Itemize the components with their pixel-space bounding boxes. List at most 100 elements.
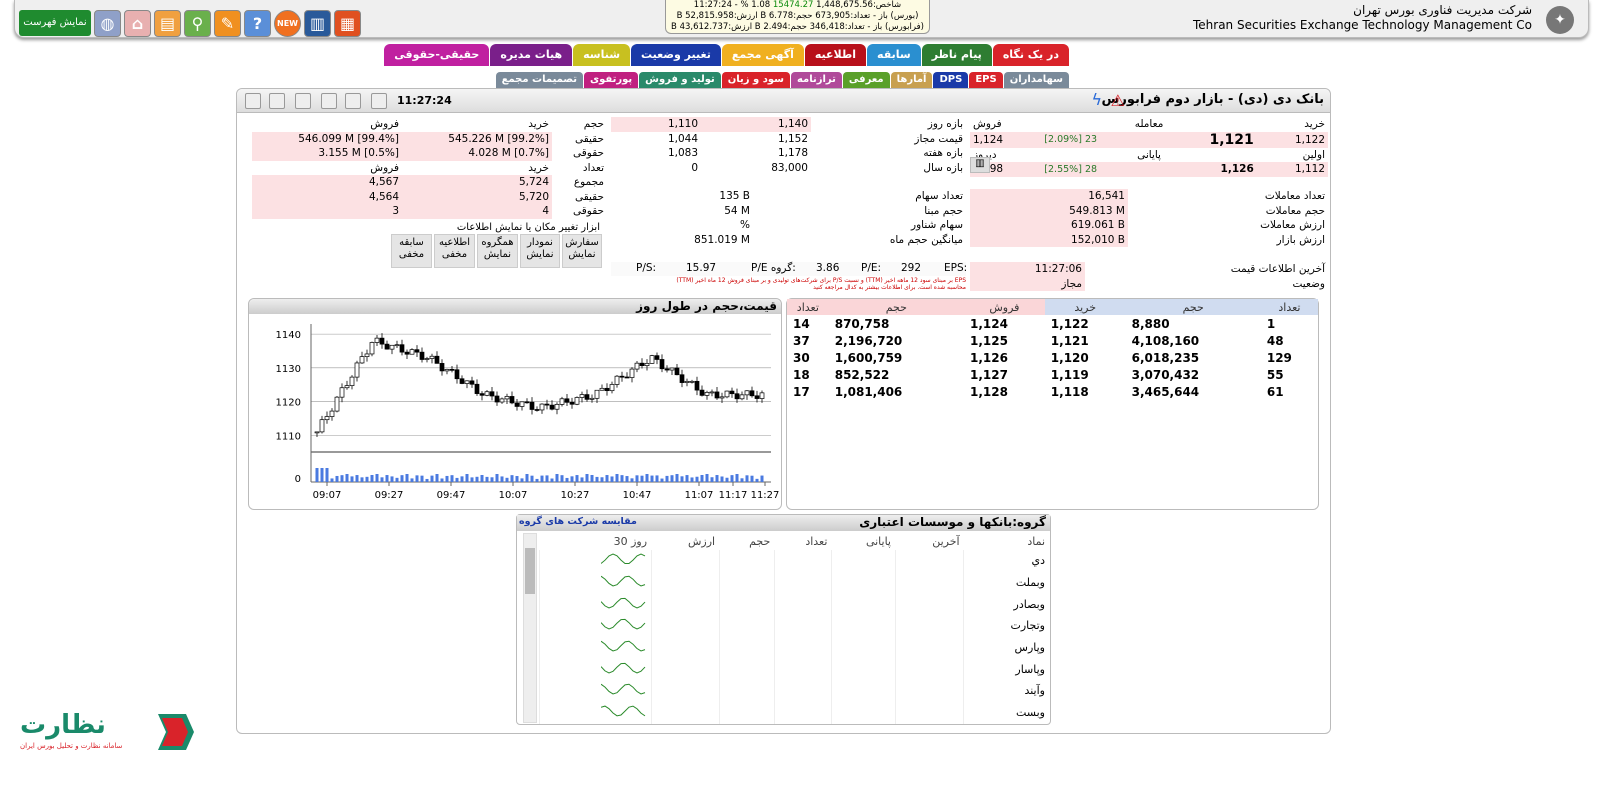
group-row[interactable]: وبست: [539, 701, 1049, 724]
tab-shareholders[interactable]: سهامداران: [1003, 72, 1069, 88]
group-row[interactable]: وپارس: [539, 636, 1049, 659]
expand-icon[interactable]: [245, 93, 261, 109]
grid-icon[interactable]: ▦: [334, 10, 361, 37]
order-book-cell: 4,108,160: [1131, 333, 1200, 348]
candle-body: [699, 389, 705, 396]
volume-bar: [445, 475, 449, 482]
toggle-notices-button[interactable]: اطلاعیه مخفی: [434, 234, 475, 268]
tab-identity[interactable]: شناسه: [573, 44, 631, 66]
chat-icon[interactable]: ✎: [214, 10, 241, 37]
tab-notices[interactable]: اطلاعیه: [804, 44, 867, 66]
group-row[interactable]: وپاسار: [539, 658, 1049, 681]
col-trade: معامله: [1134, 118, 1164, 131]
tab-supervisor-message[interactable]: پیام ناظر: [921, 44, 992, 66]
news-badge-icon[interactable]: NEW: [274, 10, 301, 37]
ratio-note-line1: EPS بر مبنای سود 12 ماهه اخیر (TTM) و نس…: [676, 277, 966, 284]
candle-chart-icon[interactable]: [371, 93, 387, 109]
candle-body: [549, 404, 555, 410]
group-symbol[interactable]: وآیند: [963, 680, 1049, 702]
candle-body: [434, 355, 440, 364]
tab-portfolio[interactable]: پورتفوی: [583, 72, 639, 88]
toggle-chart-button[interactable]: نمودار نمایش: [520, 234, 560, 268]
tools-icon[interactable]: [321, 93, 337, 109]
group-symbol[interactable]: وپارس: [963, 636, 1049, 659]
market-cap: 152,010 B: [970, 232, 1128, 247]
tab-board[interactable]: هیات مدیره: [490, 44, 573, 66]
group-scrollbar[interactable]: [523, 533, 537, 723]
warning-icon[interactable]: ⚠: [1111, 91, 1125, 110]
eps-label: EPS:: [944, 262, 968, 274]
group-pe-value: 3.86: [816, 262, 840, 274]
order-book-row: 18 852,522 1,127 1,119 3,070,432 55: [787, 366, 1318, 383]
show-list-button[interactable]: نمایش فهرست: [19, 10, 91, 36]
first-label: اولین: [1302, 148, 1325, 161]
total-buy-count: 5,724: [402, 175, 552, 190]
group-symbol[interactable]: وتجارت: [963, 615, 1049, 637]
float-label: سهام شناور: [911, 219, 963, 232]
tab-overview[interactable]: در یک نگاه: [992, 44, 1069, 66]
volume-bar: [320, 468, 324, 482]
order-book-header: تعداد: [1260, 299, 1318, 315]
home-icon[interactable]: ⌂: [124, 10, 151, 37]
group-symbol[interactable]: وبست: [963, 701, 1049, 724]
ratio-note: EPS بر مبنای سود 12 ماهه اخیر (TTM) و نس…: [611, 277, 966, 291]
group-row[interactable]: دي: [539, 550, 1049, 572]
chart-book-icon[interactable]: ▥: [304, 10, 331, 37]
tab-profit-loss[interactable]: سود و زیان: [721, 72, 790, 88]
group-symbol[interactable]: دي: [963, 550, 1049, 572]
group-cell: [773, 550, 832, 572]
tab-dps[interactable]: DPS: [933, 72, 969, 88]
tab-stats[interactable]: آمارها: [890, 72, 933, 88]
volume-bar: [350, 476, 354, 482]
candle-body: [364, 353, 370, 357]
group-symbol[interactable]: وپاسار: [963, 658, 1049, 681]
group-row[interactable]: وبصادر: [539, 593, 1049, 616]
candle-body: [369, 342, 375, 355]
doc-icon[interactable]: [269, 93, 285, 109]
last-trade-price: 1,121: [1209, 131, 1254, 148]
list-icon[interactable]: [345, 93, 361, 109]
group-symbol[interactable]: وبصادر: [963, 593, 1049, 616]
volume-bar: [715, 475, 719, 482]
tab-intro[interactable]: معرفی: [842, 72, 890, 88]
tab-status-change[interactable]: تغییر وضعیت: [631, 44, 721, 66]
group-symbol[interactable]: وبملت: [963, 571, 1049, 594]
volume-bar: [660, 478, 664, 482]
help-icon[interactable]: ?: [244, 10, 271, 37]
group-row[interactable]: وبملت: [539, 571, 1049, 594]
group-cell: [650, 636, 720, 659]
volume-bar: [460, 476, 464, 482]
search-icon[interactable]: ⚲: [184, 10, 211, 37]
tab-balance[interactable]: ترازنامه: [790, 72, 842, 88]
tab-history[interactable]: سابقه: [867, 44, 921, 66]
group-row[interactable]: وتجارت: [539, 615, 1049, 637]
tab-assembly-decisions[interactable]: تصمیمات مجمع: [495, 72, 583, 88]
toggle-history-button[interactable]: سابقه مخفی: [391, 234, 432, 268]
final-change: 28: [1084, 163, 1098, 175]
tab-assembly-ads[interactable]: آگهی مجمع: [721, 44, 804, 66]
chart-mini-icon[interactable]: ▥: [970, 157, 990, 173]
volume-bar: [535, 478, 539, 482]
globe-icon[interactable]: ◍: [94, 10, 121, 37]
toggle-peers-button[interactable]: همگروه نمایش: [477, 234, 518, 268]
group-cell: [830, 593, 895, 616]
tab-real-legal[interactable]: حقیقی-حقوقی: [384, 44, 490, 66]
order-book-header: حجم: [828, 299, 964, 315]
order-book-table: تعداد حجم فروش خرید حجم تعداد 14 870,758 1,124 1…: [787, 299, 1318, 400]
lightning-icon[interactable]: ϟ: [1091, 90, 1102, 109]
rl-vol-label: حجم: [583, 118, 604, 131]
edit-icon[interactable]: [295, 93, 311, 109]
toggle-orders-button[interactable]: سفارش نمایش: [562, 234, 602, 268]
group-row[interactable]: وآیند: [539, 680, 1049, 702]
scroll-thumb[interactable]: [525, 548, 535, 594]
table-icon[interactable]: ▤: [154, 10, 181, 37]
tab-production-sales[interactable]: تولید و فروش: [639, 72, 721, 88]
tab-eps[interactable]: EPS: [969, 72, 1003, 88]
volume-bar: [555, 474, 559, 482]
best-sell: 1,124: [973, 133, 1004, 146]
compare-group-link[interactable]: مقایسه شرکت های گروه: [519, 516, 637, 527]
pe-value: 292: [901, 262, 922, 274]
volume-bar: [585, 474, 589, 482]
candle-body: [739, 394, 745, 400]
group-cell: [773, 593, 832, 616]
